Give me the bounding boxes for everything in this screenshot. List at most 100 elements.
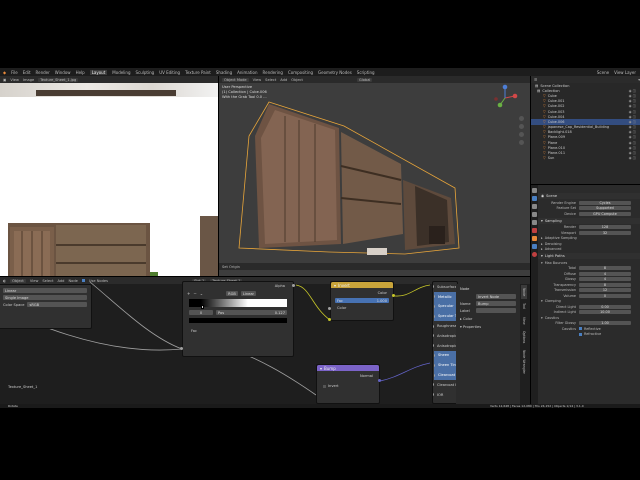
modifier-tab-icon[interactable] [532,244,537,249]
sidebar-tab[interactable]: Node Wrangler [521,347,527,377]
workspace-tab-uv-editing[interactable]: UV Editing [159,70,180,75]
set-origin-button[interactable]: Set Origin [222,265,240,269]
bsdf-socket-row[interactable]: Subsurface [433,282,457,292]
node-properties-panel[interactable]: ▾ Properties [460,325,516,329]
visibility-icon[interactable]: ◉◫ [629,141,637,145]
menu-window[interactable]: Window [55,70,71,75]
ramp-stop-index-field[interactable]: 0 [189,310,213,315]
bsdf-socket-row[interactable]: Metallic [434,291,456,302]
sidebar-tab[interactable]: View [521,314,527,328]
color-space-dropdown[interactable]: sRGB [27,302,87,307]
property-field[interactable]: 0.00 [579,304,631,309]
bsdf-socket-row[interactable]: Specular Tint [434,311,456,322]
invert-color-socket[interactable] [328,318,331,321]
visibility-icon[interactable]: ◉◫ [629,135,637,139]
menu-view[interactable]: View [10,78,19,82]
object-tab-icon[interactable] [532,236,537,241]
color-ramp-node[interactable]: Alpha + − ⌄ RGB Linear 0 Pos 0.127 Fac [182,281,294,357]
projection-dropdown[interactable]: Single Image [3,295,87,300]
workspace-tab-scripting[interactable]: Scripting [357,70,375,75]
principled-bsdf-node[interactable]: Subsurface Metallic Specular Specular Tint R… [432,281,458,404]
bsdf-socket-row[interactable]: Anisotropic Rotation [433,341,457,351]
add-stop-button[interactable]: + [187,291,190,296]
bsdf-socket-row[interactable]: Sheen [434,350,456,361]
sidebar-tab[interactable]: Options [521,328,527,346]
bsdf-input-socket[interactable] [434,295,435,299]
workspace-tab-sculpting[interactable]: Sculpting [136,70,155,75]
refractive-checkbox[interactable] [579,332,582,336]
image-name-field[interactable]: Texture_Sheet_1.jpg [38,77,79,82]
visibility-icon[interactable]: ◉◫ [629,125,637,129]
bsdf-socket-row[interactable]: Anisotropic [433,331,457,341]
node-sidebar[interactable]: Node Invert Node Name Bump Label ▸ Color… [456,284,520,404]
image-texture-node[interactable]: Linear Single Image Color Space sRGB [0,284,92,329]
workspace-tab-layout[interactable]: Layout [89,69,108,75]
remove-stop-button[interactable]: − [193,291,196,296]
property-field[interactable]: 12 [579,288,631,293]
bsdf-input-socket[interactable] [433,334,434,338]
ramp-interpolation-dropdown[interactable]: Linear [240,291,256,296]
scene-selector[interactable]: Scene [597,70,609,75]
ramp-stop-marker[interactable] [200,305,204,309]
property-field[interactable]: 4 [579,271,631,276]
visibility-icon[interactable]: ◉◫ [629,146,637,150]
3d-viewport[interactable]: Object Mode View Select Add Object Globa… [219,76,530,276]
advanced-panel[interactable]: ▸ Advanced [531,247,640,253]
property-field[interactable]: 10.00 [579,310,631,315]
output-tab-icon[interactable] [532,204,537,209]
ramp-alpha-socket[interactable] [292,284,295,287]
properties-editor[interactable]: ◉ Scene Render Engine Cycles Feature Set Su… [531,185,640,404]
light-paths-panel[interactable]: ▾ Light Paths [531,253,640,259]
property-field[interactable]: 4 [579,277,631,282]
collapse-icon[interactable]: ▾ [320,366,322,371]
property-field[interactable]: 0 [579,293,631,298]
bsdf-input-socket[interactable] [434,314,435,318]
workspace-tab-animation[interactable]: Animation [237,70,257,75]
invert-fac-field[interactable]: Fac 1.000 [335,298,389,303]
bsdf-input-socket[interactable] [434,304,435,308]
visibility-icon[interactable]: ◉◫ [629,89,637,93]
bsdf-socket-row[interactable]: Clearcoat Roughness [433,380,457,390]
bsdf-input-socket[interactable] [433,285,434,289]
ramp-stop-color[interactable] [189,318,287,323]
view-layer-tab-icon[interactable] [532,212,537,217]
node-label-field[interactable] [476,308,516,313]
workspace-tab-modeling[interactable]: Modeling [112,70,130,75]
blender-logo-icon[interactable]: ◆ [3,70,6,75]
invert-node[interactable]: ▾ Invert Color Fac 1.000 Color [330,281,394,321]
visibility-icon[interactable]: ◉◫ [629,104,637,108]
property-field[interactable]: 32 [579,230,631,235]
interpolation-dropdown[interactable]: Linear [3,288,87,293]
material-tab-icon[interactable] [532,252,537,257]
outliner-type-icon[interactable]: ☰ [534,78,537,82]
bsdf-input-socket[interactable] [434,373,435,377]
shader-node-editor[interactable]: ◐ Object View Select Add Node Use Nodes … [0,277,530,404]
visibility-icon[interactable]: ◉◫ [629,99,637,103]
workspace-tab-compositing[interactable]: Compositing [288,70,313,75]
invert-out-socket[interactable] [392,294,395,297]
image-editor[interactable]: ▣ View Image Texture_Sheet_1.jpg [0,76,218,276]
menu-render[interactable]: Render [36,70,50,75]
bsdf-socket-row[interactable]: Roughness [433,321,457,331]
node-value-field[interactable]: Invert Node [476,294,516,299]
invert-fac-socket[interactable] [328,307,331,310]
workspace-tab-rendering[interactable]: Rendering [263,70,283,75]
reflective-checkbox[interactable] [579,327,582,331]
bsdf-input-socket[interactable] [433,393,434,397]
sidebar-tab[interactable]: Node [521,285,527,300]
property-field[interactable]: 128 [579,225,631,230]
sidebar-tab[interactable]: Tool [521,300,527,312]
visibility-icon[interactable]: ◉◫ [629,130,637,134]
visibility-icon[interactable]: ◉◫ [629,94,637,98]
bump-invert-checkbox[interactable] [323,384,326,388]
sampling-panel[interactable]: ▾ Sampling [531,217,640,224]
bsdf-socket-row[interactable]: Specular [434,301,456,312]
scene-tab-icon[interactable] [532,220,537,225]
ramp-color-mode-dropdown[interactable]: RGB [226,291,238,296]
invert-node-header[interactable]: ▾ Invert [331,282,393,288]
node-name-field[interactable]: Bump [476,301,516,306]
workspace-tab-shading[interactable]: Shading [216,70,232,75]
property-field[interactable]: Supported [579,206,631,211]
workspace-tab-texture-paint[interactable]: Texture Paint [185,70,211,75]
bump-normal-socket[interactable] [378,379,381,382]
